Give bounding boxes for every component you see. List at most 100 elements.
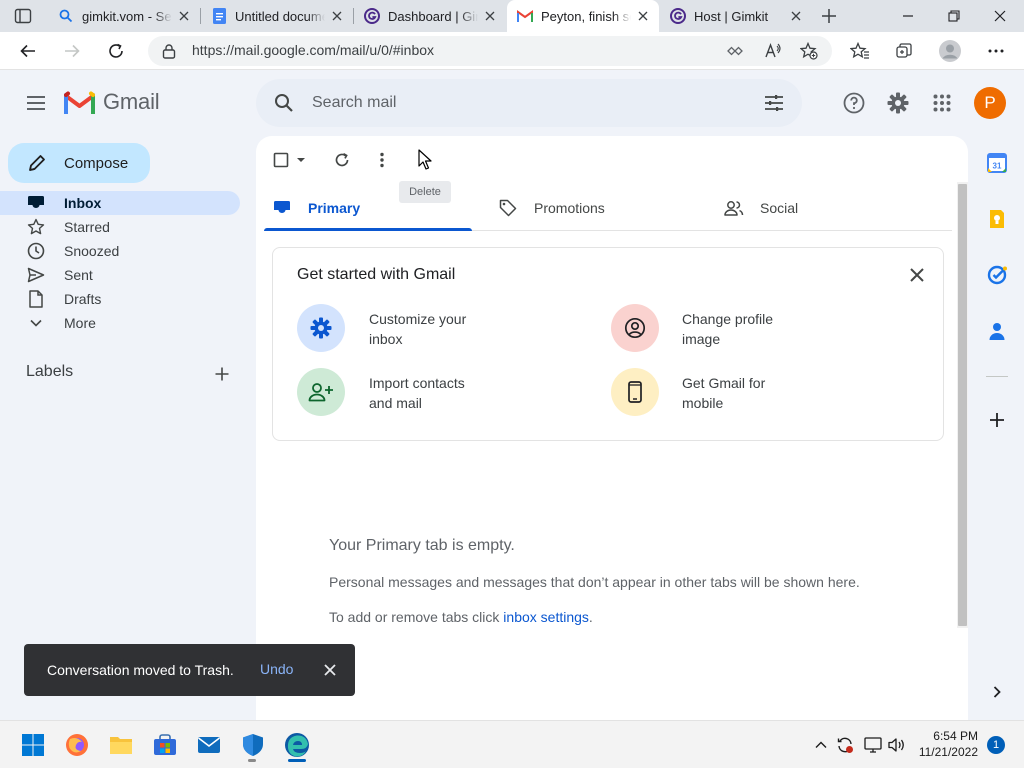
apps-grid-icon[interactable]: [926, 87, 958, 119]
close-icon[interactable]: [320, 660, 340, 680]
collections-button[interactable]: [888, 35, 920, 67]
contacts-icon[interactable]: [985, 319, 1009, 343]
chevron-down-icon: [26, 313, 46, 333]
close-window-button[interactable]: [992, 8, 1008, 24]
address-bar[interactable]: https://mail.google.com/mail/u/0/#inbox: [148, 36, 832, 66]
forward-button[interactable]: [56, 35, 88, 67]
windows-start-icon[interactable]: [20, 732, 46, 758]
change-profile-image-text[interactable]: Change profile image: [682, 309, 812, 349]
back-button[interactable]: [12, 35, 44, 67]
browser-tab-docs[interactable]: Untitled document: [201, 0, 353, 32]
close-tab-icon[interactable]: [635, 8, 651, 24]
nav-item-snoozed[interactable]: Snoozed: [0, 239, 240, 263]
get-gmail-mobile-button[interactable]: [611, 368, 659, 416]
refresh-icon[interactable]: [332, 150, 352, 170]
clock-date[interactable]: 11/21/2022: [912, 745, 978, 759]
gmail-logo[interactable]: Gmail: [64, 89, 160, 115]
nav-item-label: Starred: [64, 219, 110, 235]
get-addons-icon[interactable]: [985, 408, 1009, 432]
import-contacts-text[interactable]: Import contacts and mail: [369, 373, 499, 413]
network-icon[interactable]: [864, 736, 882, 754]
minimize-window-button[interactable]: [900, 8, 916, 24]
inbox-icon: [272, 198, 292, 218]
close-tab-icon[interactable]: [176, 8, 192, 24]
nav-item-label: More: [64, 315, 96, 331]
nav-item-starred[interactable]: Starred: [0, 215, 240, 239]
read-aloud-icon[interactable]: [764, 42, 782, 60]
profile-avatar-icon[interactable]: [934, 35, 966, 67]
browser-tab-title: Peyton, finish setting up: [541, 8, 631, 24]
import-contacts-button[interactable]: [297, 368, 345, 416]
create-label-icon[interactable]: [210, 362, 234, 386]
sync-alert-icon[interactable]: [836, 736, 854, 754]
keep-icon[interactable]: [985, 207, 1009, 231]
get-gmail-mobile-text[interactable]: Get Gmail for mobile: [682, 373, 812, 413]
scrollbar-thumb[interactable]: [958, 184, 967, 626]
microsoft-store-icon[interactable]: [152, 732, 178, 758]
close-tab-icon[interactable]: [788, 8, 804, 24]
mail-icon[interactable]: [196, 732, 222, 758]
tab-promotions[interactable]: Promotions: [498, 184, 605, 232]
tasks-icon[interactable]: [985, 263, 1009, 287]
chevron-up-icon[interactable]: [812, 736, 830, 754]
gmail-logo-icon: [64, 90, 95, 114]
undo-button[interactable]: Undo: [260, 661, 293, 677]
security-shield-icon[interactable]: [240, 732, 266, 758]
close-tab-icon[interactable]: [329, 8, 345, 24]
tab-social[interactable]: Social: [724, 184, 798, 232]
browser-tab-gimkit-host[interactable]: Host | Gimkit: [660, 0, 812, 32]
tab-primary[interactable]: Primary: [272, 184, 360, 232]
file-explorer-icon[interactable]: [108, 732, 134, 758]
nav-item-inbox[interactable]: Inbox: [0, 191, 240, 215]
split-view-icon[interactable]: [726, 42, 744, 60]
favorites-button[interactable]: [844, 35, 876, 67]
browser-tab-search[interactable]: gimkit.vom - Search: [48, 0, 200, 32]
edge-browser-icon[interactable]: [284, 732, 310, 758]
tab-label: Promotions: [534, 200, 605, 216]
reload-button[interactable]: [100, 35, 132, 67]
gmail-wordmark: Gmail: [103, 89, 160, 114]
firefox-icon[interactable]: [64, 732, 90, 758]
customize-inbox-text[interactable]: Customize your inbox: [369, 309, 499, 349]
customize-inbox-button[interactable]: [297, 304, 345, 352]
lock-icon[interactable]: [162, 43, 178, 59]
add-person-icon: [308, 382, 334, 402]
clock-time[interactable]: 6:54 PM: [932, 729, 978, 743]
main-menu-icon[interactable]: [20, 87, 52, 119]
restore-window-button[interactable]: [946, 8, 962, 24]
settings-more-icon[interactable]: [980, 35, 1012, 67]
notification-badge[interactable]: 1: [987, 736, 1005, 754]
search-bar[interactable]: Search mail: [256, 79, 802, 127]
add-favorite-icon[interactable]: [800, 42, 818, 60]
calendar-icon[interactable]: 31: [985, 151, 1009, 175]
tile-text-line: Get Gmail for: [682, 375, 766, 391]
inbox-settings-link[interactable]: inbox settings: [503, 609, 589, 625]
select-dropdown-icon[interactable]: [294, 150, 308, 170]
browser-tab-gimkit-dashboard[interactable]: Dashboard | Gimkit: [354, 0, 506, 32]
settings-gear-icon[interactable]: [882, 87, 914, 119]
docs-icon: [211, 8, 227, 24]
nav-item-label: Sent: [64, 267, 93, 283]
search-icon[interactable]: [274, 93, 294, 113]
search-input[interactable]: Search mail: [312, 94, 396, 112]
change-profile-image-button[interactable]: [611, 304, 659, 352]
tab-actions-icon[interactable]: [14, 8, 32, 24]
compose-button[interactable]: Compose: [8, 143, 150, 183]
labels-heading: Labels: [26, 363, 74, 380]
nav-item-sent[interactable]: Sent: [0, 263, 240, 287]
account-avatar[interactable]: P: [974, 87, 1006, 119]
close-icon[interactable]: [905, 263, 929, 287]
volume-icon[interactable]: [888, 736, 906, 754]
nav-item-more[interactable]: More: [0, 311, 240, 335]
help-icon[interactable]: [838, 87, 870, 119]
nav-item-label: Drafts: [64, 291, 102, 307]
browser-tab-gmail[interactable]: Peyton, finish setting up: [507, 0, 659, 32]
people-icon: [724, 198, 744, 218]
search-options-icon[interactable]: [764, 93, 784, 113]
more-options-icon[interactable]: [372, 150, 392, 170]
nav-item-drafts[interactable]: Drafts: [0, 287, 240, 311]
select-all-checkbox[interactable]: [272, 150, 290, 170]
close-tab-icon[interactable]: [482, 8, 498, 24]
show-side-panel-icon[interactable]: [985, 680, 1009, 704]
new-tab-button[interactable]: [820, 7, 838, 25]
